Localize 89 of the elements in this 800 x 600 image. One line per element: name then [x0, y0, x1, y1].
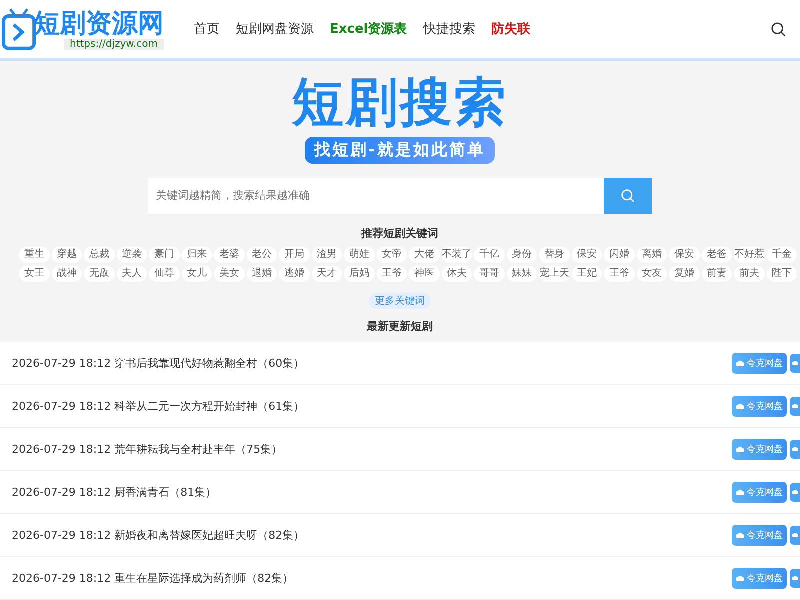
- cloud-icon: [792, 360, 798, 366]
- cloud-icon: [736, 488, 745, 496]
- keyword-tag[interactable]: 哥哥: [474, 266, 504, 282]
- keyword-tag[interactable]: 女友: [636, 266, 667, 282]
- cloud-icon: [792, 403, 798, 409]
- cloud-icon: [736, 446, 745, 452]
- nav-link[interactable]: 快捷搜索: [423, 20, 476, 38]
- keyword-tag[interactable]: 不装了: [442, 247, 472, 263]
- keyword-tag[interactable]: 老爸: [702, 247, 732, 263]
- keyword-tag[interactable]: 老公: [246, 247, 277, 263]
- keyword-tag[interactable]: 闪婚: [604, 247, 634, 263]
- keyword-tag[interactable]: 复婚: [669, 266, 700, 282]
- keyword-tag[interactable]: 妹妹: [506, 266, 537, 282]
- logo-title: 短剧资源网: [34, 8, 164, 38]
- cloud-button[interactable]: [790, 568, 800, 588]
- keyword-tag[interactable]: 离婚: [636, 247, 667, 263]
- keyword-tag[interactable]: 渣男: [312, 247, 342, 263]
- keyword-tag[interactable]: 美女: [214, 266, 244, 282]
- cloud-button[interactable]: [790, 396, 800, 416]
- drama-entry[interactable]: 2026-07-29 18:12 新婚夜和离替嫁医妃超旺夫呀（82集）: [12, 528, 732, 542]
- drama-entry[interactable]: 2026-07-29 18:12 穿书后我靠现代好物惹翻全村（60集）: [12, 356, 732, 370]
- keyword-tag[interactable]: 战神: [52, 266, 82, 282]
- cloud-icon: [792, 575, 798, 581]
- search-icon[interactable]: [771, 22, 786, 36]
- nav-link[interactable]: 首页: [194, 20, 220, 38]
- keyword-tag[interactable]: 后妈: [344, 266, 374, 282]
- cloud-icon: [792, 532, 798, 538]
- drama-entry[interactable]: 2026-07-29 18:12 科举从二元一次方程开始封神（61集）: [12, 398, 732, 414]
- keyword-tag[interactable]: 总裁: [84, 247, 114, 263]
- keyword-tag[interactable]: 替身: [539, 247, 570, 263]
- nav-link[interactable]: Excel资源表: [330, 20, 408, 38]
- keyword-tag[interactable]: 王妃: [572, 266, 602, 282]
- search-button[interactable]: [604, 178, 652, 214]
- nav-link[interactable]: 短剧网盘资源: [236, 20, 314, 38]
- drama-entry[interactable]: 2026-07-29 18:12 荒年耕耘我与全村赴丰年（75集）: [12, 442, 732, 456]
- nav-link[interactable]: 防失联: [491, 20, 530, 38]
- keyword-tag[interactable]: 前妻: [702, 266, 732, 282]
- keyword-tag[interactable]: 豪门: [149, 247, 180, 263]
- logo-url: https://djzyw.com: [64, 38, 164, 50]
- keyword-tag[interactable]: 逃婚: [279, 266, 310, 282]
- keyword-tag[interactable]: 王爷: [376, 266, 407, 282]
- keyword-tag[interactable]: 不好惹: [734, 247, 764, 263]
- keyword-tag[interactable]: 千亿: [474, 247, 504, 263]
- cloud-icon: [736, 532, 745, 538]
- cloud-icon: [792, 446, 798, 452]
- keyword-tag[interactable]: 陛下: [766, 266, 797, 282]
- keyword-tag[interactable]: 休夫: [442, 266, 472, 282]
- site-logo[interactable]: 短剧资源网 https://djzyw.com: [2, 6, 164, 52]
- keyword-tag[interactable]: 女王: [19, 266, 50, 282]
- keyword-tag[interactable]: 开局: [279, 247, 310, 263]
- keyword-tag[interactable]: 退婚: [246, 266, 277, 282]
- search-icon: [621, 189, 635, 203]
- keyword-tag[interactable]: 无敌: [84, 266, 114, 282]
- cloud-button[interactable]: [790, 440, 800, 458]
- drama-entry[interactable]: 2026-07-29 18:12 厨香满青石（81集）: [12, 484, 732, 500]
- keyword-tag[interactable]: 穿越: [52, 247, 82, 263]
- keyword-tag[interactable]: 老婆: [214, 247, 244, 263]
- keyword-tag[interactable]: 女帝: [376, 247, 407, 263]
- keyword-tag[interactable]: 重生: [19, 247, 50, 263]
- keyword-tag[interactable]: 千金: [766, 247, 797, 263]
- keyword-tag[interactable]: 归来: [182, 247, 212, 263]
- section-heading: 最新更新短剧: [367, 319, 433, 334]
- slogan-banner: 找短剧-就是如此简单: [304, 137, 496, 164]
- cloud-button[interactable]: [790, 482, 800, 502]
- search-field[interactable]: 关键词越精简，搜索结果越准确: [148, 178, 604, 214]
- cloud-icon: [736, 402, 745, 410]
- tv-icon: [2, 6, 36, 52]
- keyword-tag[interactable]: 宠上天: [539, 266, 570, 282]
- cloud-icon: [792, 489, 798, 495]
- cloud-button[interactable]: [790, 526, 800, 544]
- cloud-button[interactable]: [790, 354, 800, 372]
- keyword-tag[interactable]: 保安: [669, 247, 700, 263]
- hero-title: 短剧搜索: [292, 73, 508, 133]
- keyword-tag[interactable]: 前夫: [734, 266, 764, 282]
- cloud-icon: [736, 360, 745, 366]
- keyword-tag[interactable]: 天才: [312, 266, 342, 282]
- keyword-tag[interactable]: 萌娃: [344, 247, 374, 263]
- keyword-tag[interactable]: 逆袭: [116, 247, 147, 263]
- keyword-tag[interactable]: 王爷: [604, 266, 634, 282]
- keyword-tag[interactable]: 神医: [409, 266, 440, 282]
- keyword-tag[interactable]: 大佬: [409, 247, 440, 263]
- drama-entry[interactable]: 2026-07-29 18:12 重生在星际选择成为药剂师（82集）: [12, 570, 732, 586]
- cloud-icon: [736, 574, 745, 582]
- keyword-tag[interactable]: 夫人: [116, 266, 147, 282]
- section-heading: 推荐短剧关键词: [362, 226, 438, 241]
- keyword-tag[interactable]: 身份: [506, 247, 537, 263]
- keyword-tag[interactable]: 仙尊: [149, 266, 180, 282]
- keyword-tag[interactable]: 女儿: [182, 266, 212, 282]
- keyword-tag[interactable]: 保安: [572, 247, 602, 263]
